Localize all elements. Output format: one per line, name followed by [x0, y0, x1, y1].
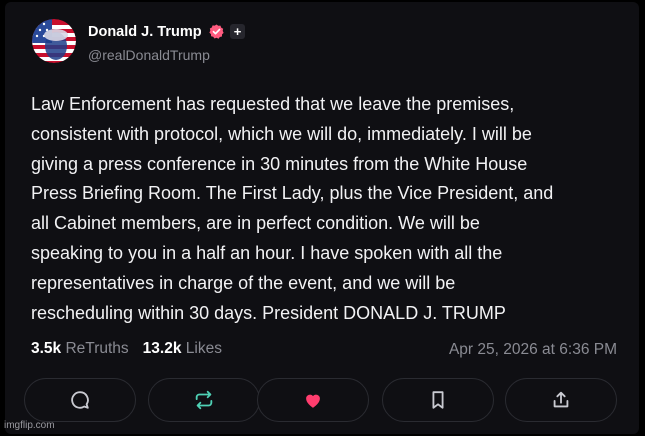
retruths-count[interactable]: 3.5k: [31, 340, 61, 357]
retruth-button[interactable]: [148, 378, 260, 422]
comment-icon: [71, 391, 89, 409]
retruth-icon: [195, 390, 213, 410]
author-handle[interactable]: @realDonaldTrump: [88, 47, 210, 63]
author-name[interactable]: Donald J. Trump: [88, 24, 202, 40]
retruths-label[interactable]: ReTruths: [65, 340, 128, 357]
plus-icon: +: [230, 24, 245, 39]
likes-count[interactable]: 13.2k: [143, 340, 182, 357]
avatar[interactable]: [32, 19, 76, 63]
share-button[interactable]: [505, 378, 617, 422]
reply-button[interactable]: [24, 378, 136, 422]
like-button[interactable]: [257, 378, 369, 422]
likes-label[interactable]: Likes: [186, 340, 222, 357]
watermark: imgflip.com: [4, 420, 55, 431]
heart-icon: [306, 394, 320, 408]
verified-badge-icon: [209, 24, 224, 39]
post-stats: 3.5k ReTruths 13.2k Likes: [31, 340, 222, 358]
bookmark-button[interactable]: [382, 378, 494, 422]
post-text: Law Enforcement has requested that we le…: [31, 94, 554, 323]
post-card: Donald J. Trump + @realDonaldTrump Law E…: [5, 2, 639, 434]
post-timestamp[interactable]: Apr 25, 2026 at 6:36 PM: [449, 341, 617, 359]
share-icon: [553, 391, 569, 408]
bookmark-icon: [432, 391, 444, 409]
